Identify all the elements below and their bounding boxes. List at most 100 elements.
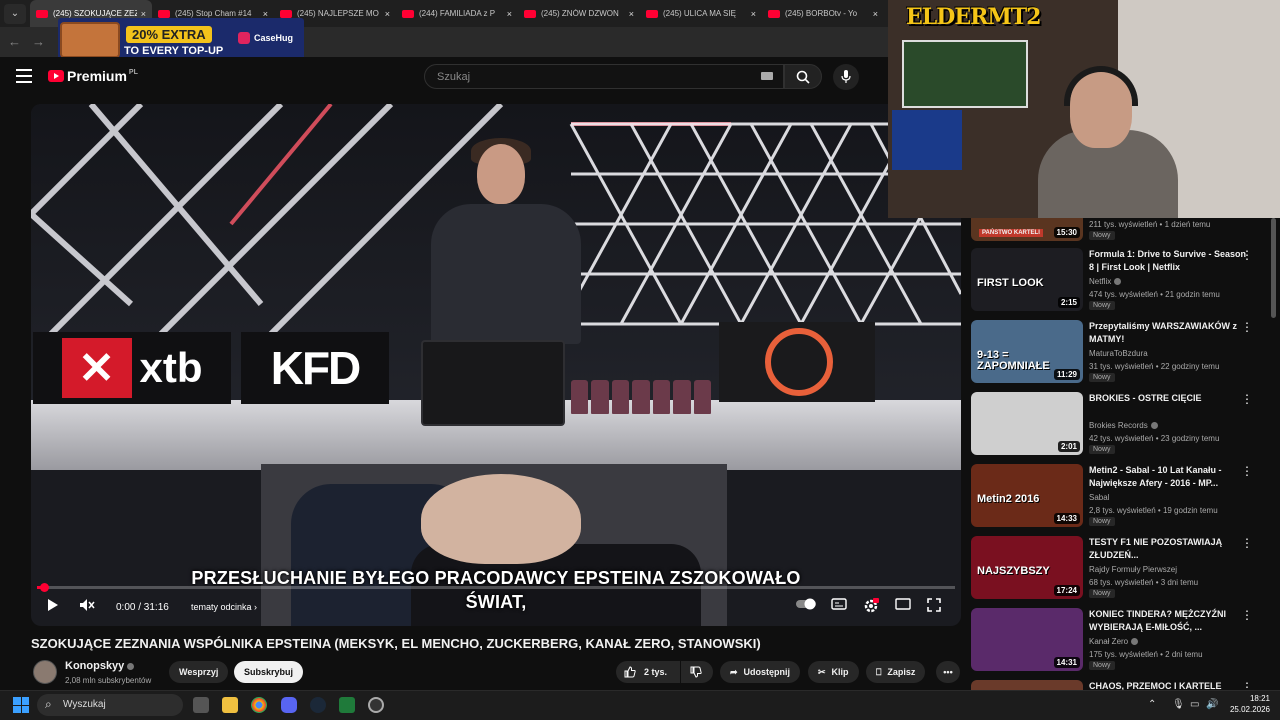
steam-icon[interactable] <box>310 697 326 713</box>
recommendation-item[interactable]: 9-13 = ZAPOMNIAŁE 11:29 Przepytaliśmy WARS… <box>971 320 1271 386</box>
video-player[interactable]: ✕ xtb KFD PRZESŁUCHANIE BYŁEGO PRACODAWC… <box>31 104 961 626</box>
close-tab-icon[interactable]: × <box>263 9 268 19</box>
voice-search-button[interactable] <box>833 64 859 90</box>
recommendation-thumbnail[interactable]: PAŃSTWO KARTELI 15:30 <box>971 218 1083 241</box>
close-tab-icon[interactable]: × <box>629 9 634 19</box>
recommendation-title[interactable]: BROKIES - OSTRE CIĘCIE <box>1089 392 1249 405</box>
recommendation-title[interactable]: TESTY F1 NIE POZOSTAWIAJĄ ZŁUDZEŃ... <box>1089 536 1249 562</box>
recommendation-title[interactable]: Przepytaliśmy WARSZAWIAKÓW z MATMY! <box>1089 320 1249 346</box>
mute-button[interactable] <box>79 598 95 612</box>
more-vertical-icon[interactable]: ⋮ <box>1241 320 1253 334</box>
recommendation-item[interactable]: FIRST LOOK 2:15 Formula 1: Drive to Surviv… <box>971 248 1271 314</box>
share-button[interactable]: ➦ Udostępnij <box>720 661 801 683</box>
microphone-tray-icon[interactable]: 🎙 <box>1172 699 1185 710</box>
task-view-icon[interactable] <box>193 697 209 713</box>
close-tab-icon[interactable]: × <box>873 9 878 19</box>
recommendation-item[interactable]: Metin2 2016 14:33 Metin2 - Sabal - 10 Lat … <box>971 464 1271 530</box>
more-vertical-icon[interactable]: ⋮ <box>1241 248 1253 262</box>
close-tab-icon[interactable]: × <box>385 9 390 19</box>
recommendation-channel[interactable]: MaturaToBzdura <box>1089 349 1148 358</box>
progress-bar[interactable] <box>37 583 955 592</box>
recommendation-thumbnail[interactable]: 9-13 = ZAPOMNIAŁE 11:29 <box>971 320 1083 383</box>
excel-icon[interactable] <box>339 697 355 713</box>
recommendation-title[interactable]: Formula 1: Drive to Survive - Season 8 |… <box>1089 248 1249 274</box>
sidebar-scrollbar[interactable] <box>1271 218 1276 318</box>
search-input[interactable]: Szukaj <box>424 64 784 89</box>
autoplay-toggle[interactable] <box>795 598 817 610</box>
recommendation-item[interactable]: NAJSZYBSZY 17:24 TESTY F1 NIE POZOSTAWIAJĄ… <box>971 536 1271 602</box>
recommendation-item[interactable]: 14:31 KONIEC TINDERA? MĘŻCZYŹNI WYBIERAJĄ… <box>971 608 1271 674</box>
browser-tab[interactable]: (245) ZNÓW DZWON × <box>518 0 640 27</box>
recommendation-thumbnail[interactable] <box>971 680 1083 690</box>
new-badge: Nowy <box>1089 373 1115 382</box>
youtube-favicon-icon <box>768 9 780 18</box>
recommendation-thumbnail[interactable]: 14:31 <box>971 608 1083 671</box>
recommendation-channel[interactable]: Netflix <box>1089 277 1122 286</box>
subtitles-button[interactable] <box>831 598 847 610</box>
more-vertical-icon[interactable]: ⋮ <box>1241 392 1253 406</box>
recommendation-item[interactable]: CHAOS, PRZEMOC I KARTELE ⋮ <box>971 680 1271 690</box>
more-vertical-icon[interactable]: ⋮ <box>1241 464 1253 478</box>
recommendation-channel[interactable]: Brokies Records <box>1089 421 1158 430</box>
chapter-button[interactable]: tematy odcinka › <box>191 602 257 612</box>
recommendation-thumbnail[interactable]: NAJSZYBSZY 17:24 <box>971 536 1083 599</box>
recommendation-partial[interactable]: PAŃSTWO KARTELI 15:30 211 tys. wyświetle… <box>971 218 1271 244</box>
theater-mode-button[interactable] <box>895 598 911 610</box>
play-button[interactable] <box>45 598 59 612</box>
keyboard-icon[interactable] <box>761 72 773 80</box>
clip-button[interactable]: ✂ Klip <box>808 661 859 683</box>
youtube-premium-logo[interactable]: Premium PL <box>48 68 138 84</box>
taskbar-search-input[interactable]: ⌕ Wyszukaj <box>37 694 183 716</box>
channel-name[interactable]: Konopskyy <box>65 660 135 672</box>
dislike-button[interactable] <box>681 661 713 683</box>
recommendation-channel[interactable]: Rajdy Formuły Pierwszej <box>1089 565 1177 574</box>
recommendation-thumbnail[interactable]: FIRST LOOK 2:15 <box>971 248 1083 311</box>
new-badge: Nowy <box>1089 301 1115 310</box>
recommendation-title[interactable]: KONIEC TINDERA? MĘŻCZYŹNI WYBIERAJĄ E-MI… <box>1089 608 1249 634</box>
chevron-up-icon[interactable]: ⌃ <box>1148 699 1156 710</box>
hamburger-menu-icon[interactable] <box>16 69 32 83</box>
browser-tab[interactable]: (244) FAMILIADA z P × <box>396 0 518 27</box>
recommendation-thumbnail[interactable]: Metin2 2016 14:33 <box>971 464 1083 527</box>
settings-button[interactable] <box>863 598 879 614</box>
recommendation-item[interactable]: 2:01 BROKIES - OSTRE CIĘCIE Brokies Record… <box>971 392 1271 458</box>
forward-arrow-icon[interactable]: → <box>32 34 45 49</box>
monitor-icon[interactable]: ▭ <box>1190 699 1199 710</box>
back-arrow-icon[interactable]: ← <box>8 34 21 49</box>
subscribe-button[interactable]: Subskrybuj <box>234 661 304 683</box>
youtube-favicon-icon <box>524 9 536 18</box>
more-vertical-icon[interactable]: ⋮ <box>1241 536 1253 550</box>
obs-icon[interactable] <box>368 697 384 713</box>
search-button[interactable] <box>784 64 822 89</box>
more-actions-button[interactable]: ••• <box>936 661 960 683</box>
recommendation-meta: 31 tys. wyświetleń • 22 godziny temu <box>1089 362 1220 371</box>
browser-tab[interactable]: (245) BORBOtv - Yo × <box>762 0 884 27</box>
ad-banner[interactable]: 20% EXTRA TO EVERY TOP-UP CaseHug <box>58 18 304 62</box>
file-explorer-icon[interactable] <box>222 697 238 713</box>
close-tab-icon[interactable]: × <box>141 9 146 19</box>
windows-start-icon[interactable] <box>13 697 29 713</box>
tab-search-button[interactable]: ⌄ <box>4 3 26 24</box>
discord-icon[interactable] <box>281 697 297 713</box>
close-tab-icon[interactable]: × <box>507 9 512 19</box>
fullscreen-button[interactable] <box>927 598 941 612</box>
recommendation-channel[interactable]: Sabal <box>1089 493 1109 502</box>
recommendation-channel[interactable]: Kanał Zero <box>1089 637 1139 646</box>
recommendation-title[interactable]: Metin2 - Sabal - 10 Lat Kanału - Najwięk… <box>1089 464 1249 490</box>
more-vertical-icon[interactable]: ⋮ <box>1241 680 1253 690</box>
chrome-icon[interactable] <box>251 697 267 713</box>
close-tab-icon[interactable]: × <box>751 9 756 19</box>
browser-tab[interactable]: (245) ULICA MA SIĘ × <box>640 0 762 27</box>
recommendation-thumbnail[interactable]: 2:01 <box>971 392 1083 455</box>
recommendation-title[interactable]: CHAOS, PRZEMOC I KARTELE <box>1089 680 1249 690</box>
more-vertical-icon[interactable]: ⋮ <box>1241 608 1253 622</box>
channel-avatar[interactable] <box>33 660 57 684</box>
thumbs-up-icon <box>624 666 636 678</box>
system-clock[interactable]: 18:21 25.02.2026 <box>1222 693 1270 715</box>
volume-icon[interactable]: 🔊 <box>1206 699 1218 710</box>
tab-title: (245) Stop Cham #14 <box>175 9 252 18</box>
like-button[interactable]: 2 tys. <box>616 661 680 683</box>
save-button[interactable]: ⎕ Zapisz <box>866 661 926 683</box>
verified-icon <box>1150 422 1158 429</box>
support-button[interactable]: Wesprzyj <box>169 661 229 683</box>
